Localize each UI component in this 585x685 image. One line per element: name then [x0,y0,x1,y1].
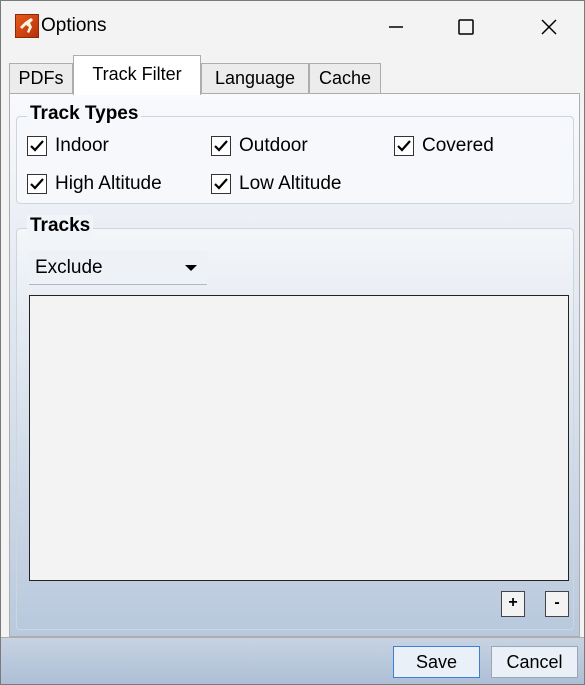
checkbox-label: Covered [422,135,494,156]
close-icon [541,19,557,35]
tracks-mode-dropdown[interactable]: Exclude [29,251,207,285]
minimize-icon [389,26,403,28]
dropdown-arrow-icon [185,265,197,271]
checkbox-box[interactable] [211,174,231,194]
tab-strip: PDFs Track Filter Language Cache [9,53,579,95]
check-icon [214,178,228,190]
checkbox-outdoor[interactable]: Outdoor [211,134,308,158]
window-title: Options [41,15,107,36]
tracks-group: Tracks Exclude + - [16,215,574,630]
maximize-icon [458,19,474,35]
checkbox-label: Indoor [55,135,109,156]
save-button[interactable]: Save [393,646,480,678]
runner-icon [15,14,39,38]
remove-track-button[interactable]: - [545,591,569,617]
options-window: Options PDFs Track Filter Language Cache… [0,0,585,685]
tracks-list[interactable] [29,295,569,581]
checkbox-label: High Altitude [55,173,162,194]
checkbox-box[interactable] [27,136,47,156]
maximize-button[interactable] [431,1,501,53]
track-types-group: Track Types Indoor Outdoor Covered High … [16,103,574,204]
tab-language[interactable]: Language [201,63,309,93]
dropdown-selected-value: Exclude [35,257,103,278]
checkbox-covered[interactable]: Covered [394,134,494,158]
close-button[interactable] [514,1,584,53]
tab-cache[interactable]: Cache [309,63,381,93]
check-icon [30,178,44,190]
cancel-button[interactable]: Cancel [491,646,578,678]
tab-track-filter[interactable]: Track Filter [73,55,201,95]
track-filter-page: Track Types Indoor Outdoor Covered High … [9,93,580,637]
check-icon [397,140,411,152]
checkbox-box[interactable] [27,174,47,194]
check-icon [214,140,228,152]
minimize-button[interactable] [361,1,431,53]
tracks-title: Tracks [27,215,94,237]
checkbox-low-altitude[interactable]: Low Altitude [211,172,341,196]
checkbox-label: Low Altitude [239,173,342,194]
tab-pdfs[interactable]: PDFs [9,63,73,93]
dialog-footer: Save Cancel [1,637,584,684]
track-types-title: Track Types [27,103,142,125]
checkbox-box[interactable] [394,136,414,156]
checkbox-indoor[interactable]: Indoor [27,134,109,158]
title-bar[interactable]: Options [1,1,584,53]
checkbox-box[interactable] [211,136,231,156]
checkbox-high-altitude[interactable]: High Altitude [27,172,162,196]
check-icon [30,140,44,152]
checkbox-label: Outdoor [239,135,308,156]
add-track-button[interactable]: + [501,591,525,617]
